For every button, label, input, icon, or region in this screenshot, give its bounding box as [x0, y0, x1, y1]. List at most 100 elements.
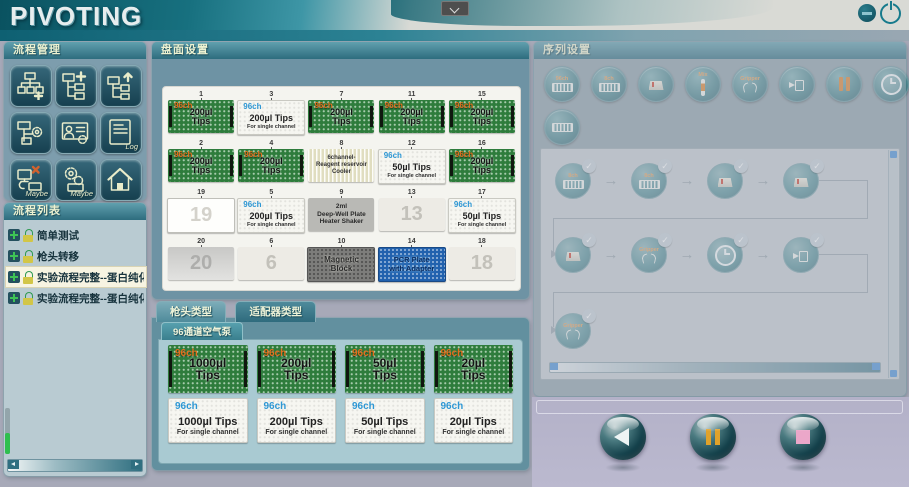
- labware-pcr[interactable]: PCR Platewith Adapter: [378, 247, 446, 282]
- deck-slot-11[interactable]: 1196ch200µlTips: [378, 91, 446, 139]
- deck-slot-5[interactable]: 596ch200µl TipsFor single channel: [237, 189, 305, 237]
- system-settings-button[interactable]: Maybe: [55, 159, 97, 201]
- labware-tips-white[interactable]: 96ch200µl TipsFor single channel: [237, 198, 305, 233]
- labware-tips-green[interactable]: 96ch200µlTips: [257, 345, 337, 393]
- stop-square-icon: [796, 430, 810, 444]
- labware-empty[interactable]: 6: [238, 247, 304, 280]
- process-name: 实验流程完整--蛋白纯化: [37, 270, 144, 285]
- labware-tips-white[interactable]: 96ch20µl TipsFor single channel: [434, 398, 514, 443]
- labware-tips-green[interactable]: 96ch200µlTips: [238, 149, 304, 182]
- transport-button-row: [600, 414, 826, 472]
- labware-magnetic[interactable]: MagneticBlock: [307, 247, 375, 282]
- labware-label: 96ch: [454, 200, 472, 209]
- tip-type-tab[interactable]: 枪头类型: [156, 301, 226, 322]
- pump-96ch-tab[interactable]: 96通道空气泵: [161, 322, 243, 340]
- labware-tips-green[interactable]: 96ch200µlTips: [308, 100, 374, 133]
- deck-slot-6[interactable]: 66: [237, 238, 305, 286]
- deck-slot-9[interactable]: 92mlDeep-Well PlateHeater Shaker: [307, 189, 375, 237]
- labware-tips-green[interactable]: 96ch200µlTips: [449, 149, 515, 182]
- log-button[interactable]: Log: [100, 112, 142, 154]
- expand-plus-icon[interactable]: [8, 229, 20, 241]
- stop-button[interactable]: [780, 414, 826, 460]
- labware-label: For single channel: [247, 124, 296, 130]
- power-button[interactable]: [880, 3, 901, 24]
- process-list-item[interactable]: 枪头转移: [6, 246, 146, 266]
- adapter-type-tab[interactable]: 适配器类型: [235, 301, 316, 322]
- labware-tips-white[interactable]: 96ch200µl TipsFor single channel: [257, 398, 337, 443]
- labware-tips-green[interactable]: 96ch200µlTips: [449, 100, 515, 133]
- disconnect-button[interactable]: Maybe: [10, 159, 52, 201]
- process-list-item[interactable]: 实验流程完整--蛋白纯化: [6, 267, 146, 287]
- process-list-item[interactable]: 实验流程完整--蛋白纯化 1列 3: [6, 288, 146, 308]
- labware-label: For single channel: [354, 429, 416, 436]
- deck-slot-7[interactable]: 796ch200µlTips: [307, 91, 375, 139]
- deck-slot-14[interactable]: 14PCR Platewith Adapter: [378, 238, 446, 286]
- new-process-button[interactable]: [10, 65, 52, 107]
- list-mini-scrollbar[interactable]: [5, 408, 10, 454]
- labware-tips-white[interactable]: 96ch50µl TipsFor single channel: [345, 398, 425, 443]
- process-mgmt-toolbar: LogMaybeMaybe: [4, 59, 146, 207]
- labware-tips-green[interactable]: 96ch200µlTips: [168, 149, 234, 182]
- deck-slot-16[interactable]: 1696ch200µlTips: [448, 140, 516, 188]
- labware-empty[interactable]: 13: [379, 198, 445, 231]
- labware-tips-green[interactable]: 96ch1000µlTips: [168, 345, 248, 393]
- deck-slot-3[interactable]: 396ch200µl TipsFor single channel: [237, 91, 305, 139]
- labware-label: Cooler: [332, 169, 351, 176]
- deck-slot-2[interactable]: 296ch200µlTips: [167, 140, 235, 188]
- labware-label: 96ch: [352, 401, 375, 412]
- list-horizontal-scrollbar[interactable]: [7, 459, 143, 472]
- labware-tips-white[interactable]: 96ch50µl TipsFor single channel: [448, 198, 516, 233]
- labware-reservoir[interactable]: 6channel-Reagent reservoirCooler: [308, 149, 374, 182]
- labware-tips-white[interactable]: 96ch1000µl TipsFor single channel: [168, 398, 248, 443]
- slot-number: 3: [269, 91, 273, 100]
- deck-slot-18[interactable]: 1818: [448, 238, 516, 286]
- labware-label: 96ch: [352, 348, 375, 360]
- import-process-button[interactable]: [100, 65, 142, 107]
- minimize-button[interactable]: [858, 4, 876, 22]
- deck-slot-19[interactable]: 1919: [167, 189, 235, 237]
- labware-empty-gray[interactable]: 20: [168, 247, 234, 280]
- slot-number: 15: [478, 91, 486, 100]
- toolbar-button-label: Maybe: [25, 189, 48, 198]
- slot-number: 1: [199, 91, 203, 100]
- step-back-button[interactable]: [600, 414, 646, 460]
- deck-slot-8[interactable]: 86channel-Reagent reservoirCooler: [307, 140, 375, 188]
- user-settings-button[interactable]: [55, 112, 97, 154]
- deck-slot-20[interactable]: 2020: [167, 238, 235, 286]
- deck-slot-12[interactable]: 1296ch50µl TipsFor single channel: [378, 140, 446, 188]
- sequence-settings-panel: 序列设置 96ch8chMixGripper ✓8ch→✓8ch→✓→✓✓→✓G…: [534, 42, 906, 396]
- labware-tips-white[interactable]: 96ch200µl TipsFor single channel: [237, 100, 305, 135]
- labware-empty-white[interactable]: 19: [167, 198, 235, 233]
- process-settings-button[interactable]: [10, 112, 52, 154]
- scroll-right-icon[interactable]: [131, 460, 142, 469]
- slot-number-large: 13: [401, 203, 423, 226]
- labware-label: 96ch: [441, 348, 464, 360]
- add-step-button[interactable]: [55, 65, 97, 107]
- controls-frame: [536, 400, 903, 414]
- deck-slot-15[interactable]: 1596ch200µlTips: [448, 91, 516, 139]
- pause-button[interactable]: [690, 414, 736, 460]
- deck-slot-4[interactable]: 496ch200µlTips: [237, 140, 305, 188]
- process-list-item[interactable]: 简单测试: [6, 225, 146, 245]
- deck-slot-17[interactable]: 1796ch50µl TipsFor single channel: [448, 189, 516, 237]
- labware-heater[interactable]: 2mlDeep-Well PlateHeater Shaker: [308, 198, 374, 231]
- labware-label: Tips: [192, 166, 210, 175]
- home-button[interactable]: [100, 159, 142, 201]
- deck-slot-10[interactable]: 10MagneticBlock: [307, 238, 375, 286]
- labware-empty[interactable]: 18: [449, 247, 515, 280]
- expand-plus-icon[interactable]: [8, 271, 20, 283]
- expand-plus-icon[interactable]: [8, 292, 20, 304]
- lock-icon: [23, 229, 34, 242]
- labware-tips-white[interactable]: 96ch50µl TipsFor single channel: [378, 149, 446, 184]
- labware-tips-green[interactable]: 96ch200µlTips: [379, 100, 445, 133]
- scroll-left-icon[interactable]: [8, 460, 19, 469]
- drawer-toggle-button[interactable]: [441, 1, 469, 16]
- process-mgmt-title: 流程管理: [4, 42, 146, 59]
- labware-tips-green[interactable]: 96ch50µlTips: [345, 345, 425, 393]
- labware-label: Tips: [262, 166, 280, 175]
- deck-slot-1[interactable]: 196ch200µlTips: [167, 91, 235, 139]
- labware-tips-green[interactable]: 96ch200µlTips: [168, 100, 234, 133]
- deck-slot-13[interactable]: 1313: [378, 189, 446, 237]
- expand-plus-icon[interactable]: [8, 250, 20, 262]
- labware-tips-green[interactable]: 96ch20µlTips: [434, 345, 514, 393]
